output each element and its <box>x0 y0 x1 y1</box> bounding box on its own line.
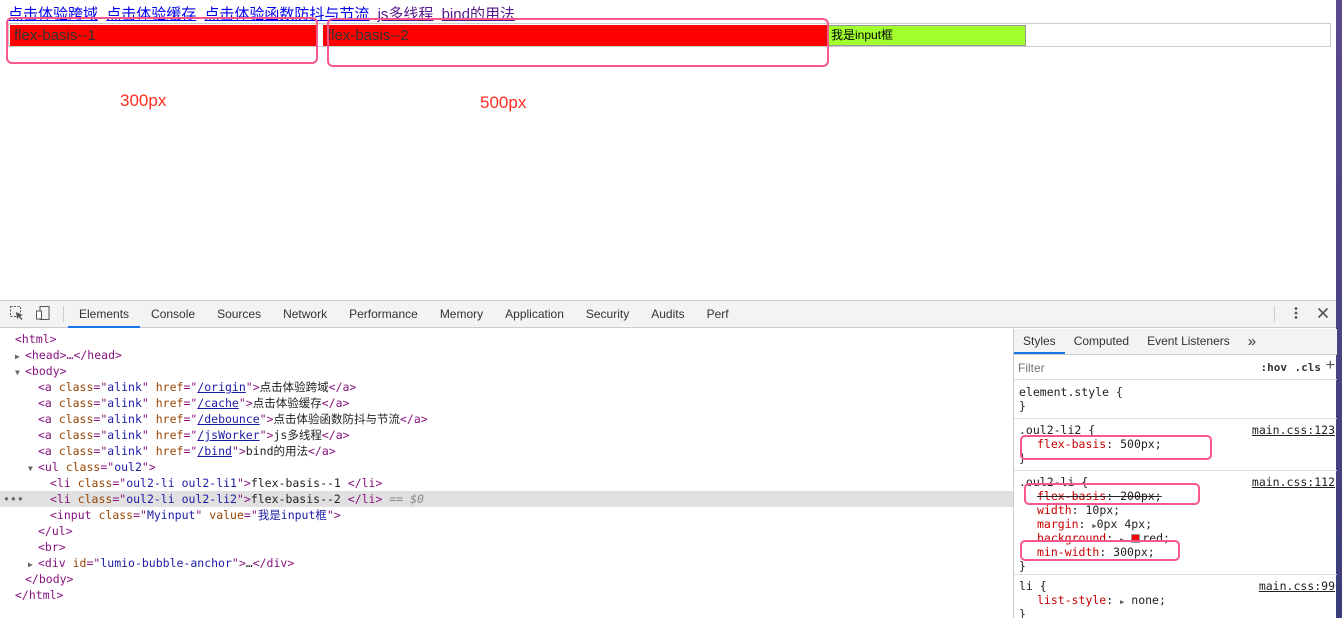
dom-a-jsworker[interactable]: <a class="alink" href="/jsWorker">js多线程<… <box>0 427 1013 443</box>
annotation-box-flex-basis-200 <box>1024 483 1200 505</box>
screen: 点击体验跨域 点击体验缓存 点击体验函数防抖与节流 js多线程 bind的用法 … <box>0 0 1342 618</box>
devtools-panel: Elements Console Sources Network Perform… <box>0 300 1337 618</box>
inspect-element-icon[interactable] <box>8 305 26 323</box>
rule-source-link[interactable]: main.css:123 <box>1252 423 1335 437</box>
cls-toggle[interactable]: .cls <box>1295 361 1322 374</box>
styles-filter-bar: :hov .cls + <box>1014 356 1337 380</box>
rule-close: } <box>1019 399 1026 413</box>
rule-close: } <box>1019 607 1026 618</box>
tab-security[interactable]: Security <box>575 301 640 328</box>
tab-event-listeners[interactable]: Event Listeners <box>1138 329 1239 354</box>
my-input[interactable]: 我是input框 <box>828 25 1026 46</box>
decl-margin[interactable]: margin: ▶0px 4px; <box>1037 517 1152 531</box>
toolbar-divider-right <box>1274 306 1278 322</box>
rule-selector[interactable]: element.style { <box>1019 385 1123 399</box>
dom-head[interactable]: ▶ <head>…</head> <box>0 347 1013 363</box>
expand-triangle-icon[interactable]: ▶ <box>1120 598 1124 606</box>
dom-html-close[interactable]: </html> <box>0 587 1013 603</box>
tab-memory[interactable]: Memory <box>429 301 494 328</box>
tab-network[interactable]: Network <box>272 301 338 328</box>
annotation-box-item-2 <box>327 18 829 67</box>
dom-ul-close[interactable]: </ul> <box>0 523 1013 539</box>
dom-body-open[interactable]: ▼ <body> <box>0 363 1013 379</box>
annotation-label-500: 500px <box>480 93 527 112</box>
annotation-box-min-width <box>1020 540 1180 561</box>
close-icon[interactable] <box>1314 305 1332 323</box>
decl-width[interactable]: width: 10px; <box>1037 503 1120 517</box>
annotation-box-flex-basis-500 <box>1020 435 1212 460</box>
dom-body-close[interactable]: </body> <box>0 571 1013 587</box>
decl-list-style[interactable]: list-style: ▶ none; <box>1037 593 1166 607</box>
dom-li-2-selected[interactable]: ••• <li class="oul2-li oul2-li2">flex-bas… <box>0 491 1013 507</box>
ellipsis-icon[interactable]: ••• <box>3 491 24 507</box>
rule-selector[interactable]: li { <box>1019 579 1047 593</box>
dom-a-cache[interactable]: <a class="alink" href="/cache">点击体验缓存</a… <box>0 395 1013 411</box>
annotation-label-300: 300px <box>120 91 167 110</box>
elements-tree: <html> ▶ <head>…</head> ▼ <body> <a class=… <box>0 329 1013 618</box>
dom-input[interactable]: <input class="Myinput" value="我是input框"> <box>0 507 1013 523</box>
tab-performance[interactable]: Performance <box>338 301 429 328</box>
annotation-box-item-1 <box>6 17 318 64</box>
tab-computed[interactable]: Computed <box>1065 329 1138 354</box>
rule-li: li { main.css:99 list-style: ▶ none; } <box>1014 575 1337 618</box>
toolbar-divider <box>63 306 64 322</box>
devtools-tabs: Elements Console Sources Network Perform… <box>68 301 740 328</box>
styles-tabs: Styles Computed Event Listeners » <box>1014 329 1337 355</box>
dom-ul-open[interactable]: ▼ <ul class="oul2"> <box>0 459 1013 475</box>
tab-elements[interactable]: Elements <box>68 301 141 328</box>
rule-source-link[interactable]: main.css:99 <box>1259 579 1335 593</box>
tab-console[interactable]: Console <box>140 301 206 328</box>
tab-sources[interactable]: Sources <box>206 301 272 328</box>
dom-li-1[interactable]: <li class="oul2-li oul2-li1">flex-basis-… <box>0 475 1013 491</box>
page-viewport: 点击体验跨域 点击体验缓存 点击体验函数防抖与节流 js多线程 bind的用法 … <box>0 0 1336 300</box>
rule-close: } <box>1019 559 1026 573</box>
hov-toggle[interactable]: :hov <box>1261 361 1288 374</box>
more-tabs-icon[interactable]: » <box>1239 329 1265 354</box>
tab-application[interactable]: Application <box>494 301 575 328</box>
rule-element-style: element.style { } <box>1014 381 1337 419</box>
dom-a-bind[interactable]: <a class="alink" href="/bind">bind的用法</a… <box>0 443 1013 459</box>
dom-div-anchor[interactable]: ▶ <div id="lumio-bubble-anchor">…</div> <box>0 555 1013 571</box>
dom-html-open[interactable]: <html> <box>0 331 1013 347</box>
styles-filter-input[interactable] <box>1018 359 1223 377</box>
dom-a-origin[interactable]: <a class="alink" href="/origin">点击体验跨域</… <box>0 379 1013 395</box>
devtools-toolbar: Elements Console Sources Network Perform… <box>0 301 1336 328</box>
styles-pane: Styles Computed Event Listeners » :hov .… <box>1013 329 1337 618</box>
dom-br[interactable]: <br> <box>0 539 1013 555</box>
tab-styles[interactable]: Styles <box>1014 329 1065 354</box>
new-rule-icon[interactable]: + <box>1326 357 1335 375</box>
dom-a-debounce[interactable]: <a class="alink" href="/debounce">点击体验函数… <box>0 411 1013 427</box>
rule-source-link[interactable]: main.css:112 <box>1252 475 1335 489</box>
more-options-icon[interactable] <box>1287 305 1305 323</box>
tab-perf[interactable]: Perf <box>696 301 740 328</box>
tab-audits[interactable]: Audits <box>640 301 695 328</box>
device-toolbar-icon[interactable] <box>34 305 52 323</box>
